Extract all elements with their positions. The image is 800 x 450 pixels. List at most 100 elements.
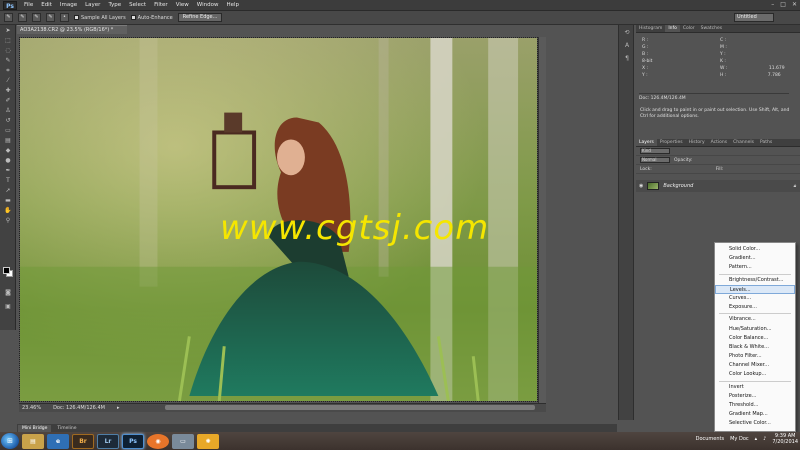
path-selection-tool-icon[interactable]: ➚ — [2, 186, 14, 195]
tab-histogram[interactable]: Histogram — [636, 25, 665, 32]
menu-item-invert[interactable]: Invert — [715, 383, 795, 392]
image-canvas[interactable]: www.cgtsj.com — [19, 37, 538, 402]
tab-info[interactable]: Info — [665, 25, 680, 32]
brush-tool-icon[interactable]: ✐ — [2, 96, 14, 105]
menu-window[interactable]: Window — [193, 0, 223, 11]
type-tool-icon[interactable]: T — [2, 176, 14, 185]
blend-mode-select[interactable]: Normal — [640, 157, 670, 163]
history-icon[interactable]: ⟲ — [622, 29, 632, 38]
vertical-scrollbar[interactable] — [538, 37, 546, 403]
new-selection-icon[interactable]: ✎ — [18, 13, 27, 22]
zoom-level[interactable]: 23.46% — [22, 405, 41, 411]
visibility-eye-icon[interactable]: ◉ — [639, 183, 643, 189]
lightroom-icon[interactable]: Lr — [97, 433, 119, 449]
menu-item-channel-mixer[interactable]: Channel Mixer... — [715, 361, 795, 370]
horizontal-scrollbar[interactable] — [165, 405, 535, 410]
menu-item-color-lookup[interactable]: Color Lookup... — [715, 370, 795, 379]
menu-type[interactable]: Type — [104, 0, 125, 11]
eraser-tool-icon[interactable]: ▭ — [2, 126, 14, 135]
hand-tool-icon[interactable]: ✋ — [2, 206, 14, 215]
window-icon[interactable]: ▭ — [172, 433, 194, 449]
tab-history[interactable]: History — [686, 139, 708, 146]
mydoc-toolbar[interactable]: My Doc — [730, 436, 749, 442]
layer-kind-filter[interactable]: Kind — [640, 148, 670, 154]
menu-item-gradient-map[interactable]: Gradient Map... — [715, 410, 795, 419]
tab-channels[interactable]: Channels — [730, 139, 757, 146]
clock[interactable]: 9:39 AM 7/20/2014 — [772, 433, 798, 445]
menu-item-levels[interactable]: Levels... — [715, 284, 795, 294]
screen-mode-icon[interactable]: ▣ — [2, 302, 14, 311]
quick-selection-tool-icon[interactable]: ✎ — [2, 56, 14, 65]
tab-properties[interactable]: Properties — [657, 139, 686, 146]
internet-explorer-icon[interactable]: e — [47, 433, 69, 449]
history-brush-tool-icon[interactable]: ↺ — [2, 116, 14, 125]
add-to-selection-icon[interactable]: ✎ — [32, 13, 41, 22]
pen-tool-icon[interactable]: ✒ — [2, 166, 14, 175]
menu-select[interactable]: Select — [125, 0, 150, 11]
move-tool-icon[interactable]: ➤ — [2, 26, 14, 35]
menu-item-curves[interactable]: Curves... — [715, 294, 795, 303]
lasso-tool-icon[interactable]: ◌ — [2, 46, 14, 55]
brush-size-icon[interactable]: • — [60, 13, 69, 22]
menu-item-selective-color[interactable]: Selective Color... — [715, 419, 795, 428]
menu-item-solid-color[interactable]: Solid Color... — [715, 245, 795, 254]
quick-selection-preset-icon[interactable]: ✎ — [4, 13, 13, 22]
menu-item-vibrance[interactable]: Vibrance... — [715, 315, 795, 324]
tab-color[interactable]: Color — [680, 25, 698, 32]
document-tab[interactable]: AO3A2138.CR2 @ 23.5% (RGB/16*) * — [17, 25, 127, 34]
menu-item-posterize[interactable]: Posterize... — [715, 392, 795, 401]
menu-filter[interactable]: Filter — [150, 0, 172, 11]
tab-layers[interactable]: Layers — [636, 139, 657, 146]
blur-tool-icon[interactable]: ◆ — [2, 146, 14, 155]
menu-layer[interactable]: Layer — [81, 0, 104, 11]
minimize-icon[interactable]: – — [771, 1, 774, 8]
tab-timeline[interactable]: Timeline — [53, 425, 80, 432]
maximize-icon[interactable]: □ — [780, 1, 786, 8]
menu-item-hue-saturation[interactable]: Hue/Saturation... — [715, 325, 795, 334]
start-button[interactable]: ⊞ — [1, 433, 19, 449]
character-icon[interactable]: A — [622, 42, 632, 51]
workspace-select[interactable]: Untitled — [734, 13, 774, 22]
photoshop-taskbar-icon[interactable]: Ps — [122, 433, 144, 449]
app-icon[interactable]: ✺ — [197, 433, 219, 449]
bridge-icon[interactable]: Br — [72, 433, 94, 449]
healing-brush-tool-icon[interactable]: ✚ — [2, 86, 14, 95]
tab-mini-bridge[interactable]: Mini Bridge — [18, 424, 52, 432]
menu-item-brightness-contrast[interactable]: Brightness/Contrast... — [715, 276, 795, 285]
menu-help[interactable]: Help — [222, 0, 243, 11]
menu-edit[interactable]: Edit — [37, 0, 56, 11]
sample-all-layers-checkbox[interactable]: Sample All Layers — [74, 14, 126, 21]
menu-image[interactable]: Image — [56, 0, 81, 11]
status-arrow-icon[interactable]: ▸ — [117, 405, 120, 411]
foreground-color-swatch[interactable] — [3, 267, 10, 274]
close-icon[interactable]: ✕ — [792, 1, 797, 8]
volume-icon[interactable]: ♪ — [763, 436, 766, 442]
tab-paths[interactable]: Paths — [757, 139, 775, 146]
menu-view[interactable]: View — [172, 0, 193, 11]
menu-item-exposure[interactable]: Exposure... — [715, 303, 795, 312]
menu-item-black-white[interactable]: Black & White... — [715, 343, 795, 352]
tray-arrow-icon[interactable]: ▴ — [755, 436, 758, 442]
tab-swatches[interactable]: Swatches — [698, 25, 726, 32]
layer-background[interactable]: ◉ Background 🔒︎ — [636, 180, 800, 192]
marquee-tool-icon[interactable]: ⬚ — [2, 36, 14, 45]
menu-item-photo-filter[interactable]: Photo Filter... — [715, 352, 795, 361]
menu-file[interactable]: File — [20, 0, 37, 11]
firefox-icon[interactable]: ◉ — [147, 433, 169, 449]
clone-stamp-tool-icon[interactable]: ♙ — [2, 106, 14, 115]
documents-toolbar[interactable]: Documents — [696, 436, 725, 442]
auto-enhance-checkbox[interactable]: Auto-Enhance — [130, 14, 173, 21]
zoom-tool-icon[interactable]: ⚲ — [2, 216, 14, 225]
dodge-tool-icon[interactable]: ● — [2, 156, 14, 165]
menu-item-gradient[interactable]: Gradient... — [715, 254, 795, 263]
explorer-icon[interactable]: ▤ — [22, 433, 44, 449]
paragraph-icon[interactable]: ¶ — [622, 55, 632, 64]
menu-item-threshold[interactable]: Threshold... — [715, 401, 795, 410]
tab-actions[interactable]: Actions — [708, 139, 730, 146]
menu-item-pattern[interactable]: Pattern... — [715, 263, 795, 272]
crop-tool-icon[interactable]: ⌗ — [2, 66, 14, 75]
quick-mask-icon[interactable]: ◙ — [2, 288, 14, 297]
gradient-tool-icon[interactable]: ▤ — [2, 136, 14, 145]
refine-edge-button[interactable]: Refine Edge... — [177, 13, 223, 22]
menu-item-color-balance[interactable]: Color Balance... — [715, 334, 795, 343]
